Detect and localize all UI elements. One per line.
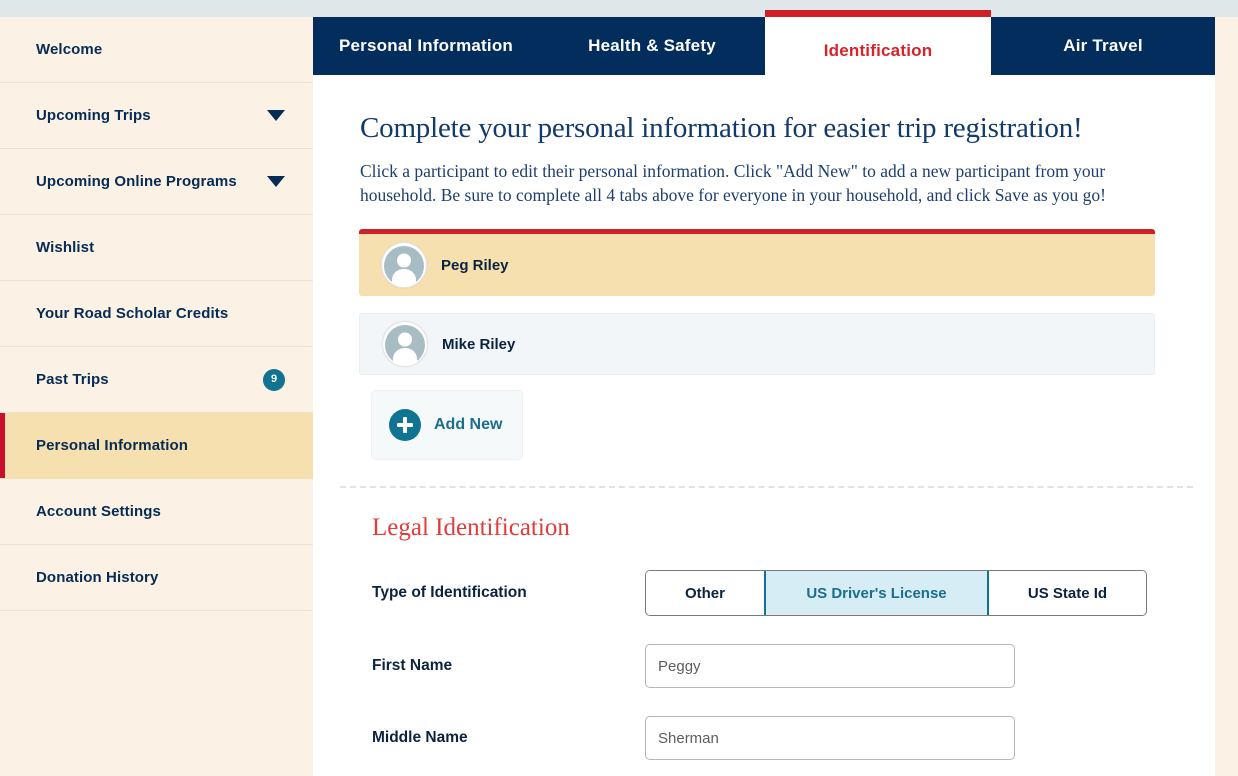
participant-name: Mike Riley xyxy=(442,335,516,353)
sidebar-item-past-trips[interactable]: Past Trips 9 xyxy=(0,347,313,413)
tab-air-travel[interactable]: Air Travel xyxy=(991,17,1215,75)
first-name-input[interactable] xyxy=(645,644,1015,689)
tab-identification[interactable]: Identification xyxy=(765,10,991,75)
main-content: Complete your personal information for e… xyxy=(313,75,1215,776)
page-title: Complete your personal information for e… xyxy=(360,112,1083,144)
participant-card-mike-riley[interactable]: Mike Riley xyxy=(359,313,1155,376)
participant-list: Peg Riley Mike Riley xyxy=(359,229,1155,376)
page-instructions: Click a participant to edit their person… xyxy=(360,161,1106,206)
sidebar-item-welcome[interactable]: Welcome xyxy=(0,17,313,83)
sidebar-item-road-scholar-credits[interactable]: Your Road Scholar Credits xyxy=(0,281,313,347)
segment-us-state-id[interactable]: US State Id xyxy=(989,571,1146,616)
middle-name-input[interactable] xyxy=(645,716,1015,761)
form-row-middle-name: Middle Name xyxy=(372,716,1162,761)
chevron-down-icon[interactable] xyxy=(267,110,285,121)
add-new-label: Add New xyxy=(434,416,503,434)
sidebar-item-upcoming-trips[interactable]: Upcoming Trips xyxy=(0,83,313,149)
tab-label: Personal Information xyxy=(338,36,514,55)
segment-us-drivers-license[interactable]: US Driver's License xyxy=(764,571,989,616)
sidebar-item-label: Your Road Scholar Credits xyxy=(36,304,229,322)
sidebar-item-label: Upcoming Online Programs xyxy=(36,172,237,190)
add-new-button[interactable]: Add New xyxy=(371,390,523,461)
right-rail-background xyxy=(1215,17,1238,776)
middle-name-label: Middle Name xyxy=(372,729,468,747)
first-name-label: First Name xyxy=(372,657,453,675)
sidebar-item-label: Account Settings xyxy=(36,502,161,520)
participant-card-peg-riley[interactable]: Peg Riley xyxy=(359,229,1155,297)
segment-label: US State Id xyxy=(1027,584,1108,602)
sidebar-item-label: Wishlist xyxy=(36,238,95,256)
sidebar-item-label: Personal Information xyxy=(36,436,189,454)
chevron-down-icon[interactable] xyxy=(267,176,285,187)
plus-icon xyxy=(389,409,421,442)
sidebar-item-upcoming-online-programs[interactable]: Upcoming Online Programs xyxy=(0,149,313,215)
sidebar-item-label: Past Trips xyxy=(36,370,109,388)
tab-health-and-safety[interactable]: Health & Safety xyxy=(539,17,765,75)
segment-label: US Driver's License xyxy=(806,584,947,602)
sidebar-nav: Welcome Upcoming Trips Upcoming Online P… xyxy=(0,17,313,776)
tab-bar: Personal Information Health & Safety Ide… xyxy=(313,10,1215,75)
segment-other[interactable]: Other xyxy=(646,571,764,616)
type-of-identification-segmented-control: Other US Driver's License US State Id xyxy=(645,570,1147,617)
tab-label: Air Travel xyxy=(1063,36,1143,55)
avatar xyxy=(381,242,427,289)
form-row-first-name: First Name xyxy=(372,644,1162,689)
tab-personal-information[interactable]: Personal Information xyxy=(313,17,539,75)
tab-label: Health & Safety xyxy=(588,36,716,55)
sidebar-item-personal-information[interactable]: Personal Information xyxy=(0,413,313,479)
section-divider xyxy=(340,486,1193,489)
sidebar-item-label: Upcoming Trips xyxy=(36,106,151,124)
sidebar-item-wishlist[interactable]: Wishlist xyxy=(0,215,313,281)
tab-label: Identification xyxy=(823,41,933,60)
past-trips-count-badge: 9 xyxy=(263,368,285,391)
top-band xyxy=(0,0,1238,17)
sidebar-item-label: Donation History xyxy=(36,568,159,586)
sidebar-item-donation-history[interactable]: Donation History xyxy=(0,545,313,611)
section-title-legal-identification: Legal Identification xyxy=(372,514,570,542)
participant-name: Peg Riley xyxy=(441,256,509,274)
sidebar-item-label: Welcome xyxy=(36,40,103,58)
segment-label: Other xyxy=(684,584,725,602)
type-of-identification-label: Type of Identification xyxy=(372,584,527,602)
form-row-type-of-identification: Type of Identification Other US Driver's… xyxy=(372,570,1162,617)
avatar xyxy=(382,321,428,368)
page-root: Welcome Upcoming Trips Upcoming Online P… xyxy=(0,0,1238,776)
sidebar-item-account-settings[interactable]: Account Settings xyxy=(0,479,313,545)
